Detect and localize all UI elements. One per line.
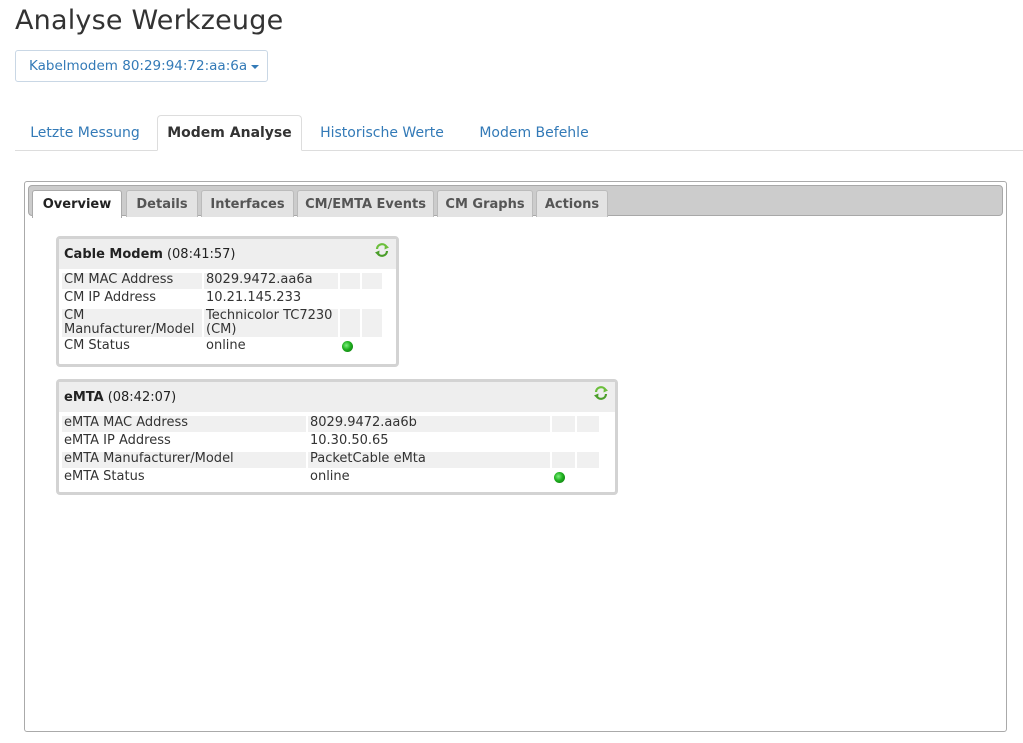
cable-modem-header: Cable Modem (08:41:57) [59,239,396,269]
caret-down-icon [251,65,260,69]
table-row: CM Status online [62,339,382,356]
table-row: CM MAC Address 8029.9472.aa6a [62,273,382,289]
cable-modem-time: (08:41:57) [166,246,236,262]
table-row: eMTA MAC Address 8029.9472.aa6b [62,416,599,432]
subtab-details[interactable]: Details [126,190,198,217]
emta-status-label: eMTA Status [64,469,145,484]
emta-model-value: PacketCable eMta [308,452,550,468]
cm-status-label: CM Status [64,338,130,353]
emta-header: eMTA (08:42:07) [59,382,615,412]
cm-ip-value: 10.21.145.233 [206,290,302,305]
page-title: Analyse Werkzeuge [15,5,284,36]
emta-table: eMTA MAC Address 8029.9472.aa6b eMTA IP … [60,414,601,489]
emta-mac-label: eMTA MAC Address [62,416,306,432]
emta-mac-value: 8029.9472.aa6b [308,416,550,432]
cm-mac-value: 8029.9472.aa6a [204,273,338,289]
subtabs-bar: Overview Details Interfaces CM/EMTA Even… [28,185,1003,218]
emta-ip-value: 10.30.50.65 [310,433,389,448]
tab-historische-werte[interactable]: Historische Werte [308,115,456,150]
tab-modem-befehle[interactable]: Modem Befehle [467,115,601,150]
status-led-icon [342,341,353,352]
emta-title: eMTA [64,389,104,405]
refresh-icon[interactable] [593,385,609,401]
cm-model-label: CM Manufacturer/Model [62,309,202,337]
table-row: CM IP Address 10.21.145.233 [62,291,382,307]
tab-letzte-messung[interactable]: Letzte Messung [15,115,155,150]
subtab-interfaces[interactable]: Interfaces [201,190,294,217]
device-select-label: Kabelmodem 80:29:94:72:aa:6a [29,58,248,74]
cm-model-value: Technicolor TC7230 (CM) [204,309,338,337]
status-led-icon [554,472,565,483]
table-row: eMTA Status online [62,470,599,487]
emta-time: (08:42:07) [107,389,177,405]
table-row: eMTA Manufacturer/Model PacketCable eMta [62,452,599,468]
subtab-cm-graphs[interactable]: CM Graphs [437,190,533,217]
cable-modem-widget: Cable Modem (08:41:57) CM MAC Address 80… [56,236,399,367]
emta-widget: eMTA (08:42:07) eMTA MAC Address 8029.94… [56,379,618,495]
cm-mac-label: CM MAC Address [62,273,202,289]
device-select-dropdown[interactable]: Kabelmodem 80:29:94:72:aa:6a [15,50,268,82]
table-row: eMTA IP Address 10.30.50.65 [62,434,599,450]
emta-model-label: eMTA Manufacturer/Model [62,452,306,468]
subtab-cm-emta-events[interactable]: CM/EMTA Events [297,190,434,217]
cm-status-value: online [206,338,246,353]
refresh-icon[interactable] [374,242,390,258]
tab-modem-analyse[interactable]: Modem Analyse [157,115,302,151]
emta-ip-label: eMTA IP Address [64,433,171,448]
main-tabs: Letzte Messung Modem Analyse Historische… [15,115,1023,151]
emta-status-value: online [310,469,350,484]
table-row: CM Manufacturer/Model Technicolor TC7230… [62,309,382,337]
analysis-panel: Overview Details Interfaces CM/EMTA Even… [24,181,1007,732]
cm-ip-label: CM IP Address [64,290,157,305]
cable-modem-title: Cable Modem [64,246,163,262]
cable-modem-table: CM MAC Address 8029.9472.aa6a CM IP Addr… [60,271,384,358]
subtab-actions[interactable]: Actions [536,190,608,217]
subtab-overview[interactable]: Overview [32,190,122,218]
